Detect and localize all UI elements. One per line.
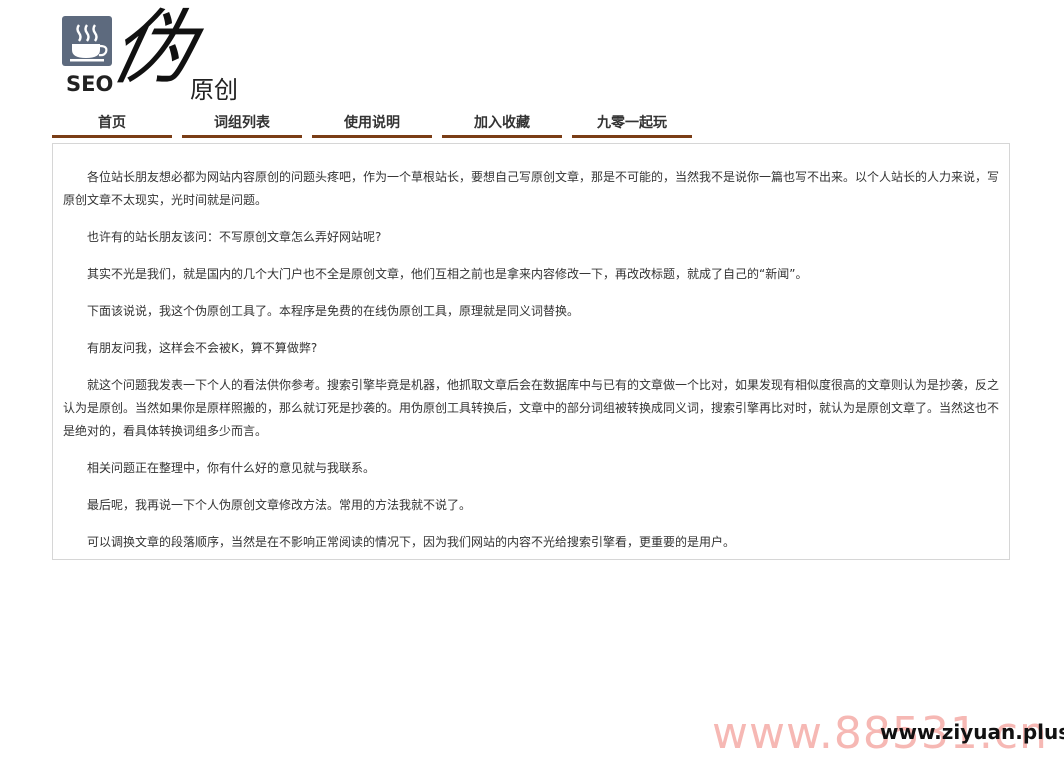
logo-wei-glyph: 伪	[102, 1, 205, 96]
content-paragraph: 其实不光是我们，就是国内的几个大门户也不全是原创文章，他们互相之前也是拿来内容修…	[87, 267, 808, 281]
coffee-cup-icon	[62, 16, 112, 66]
content-paragraph: 可以调换文章的段落顺序，当然是在不影响正常阅读的情况下，因为我们网站的内容不光给…	[87, 535, 736, 549]
nav-item-phrase-list[interactable]: 词组列表	[182, 112, 302, 138]
main-nav: 首页 词组列表 使用说明 加入收藏 九零一起玩	[52, 112, 692, 138]
content-paragraph: 各位站长朋友想必都为网站内容原创的问题头疼吧，作为一个草根站长，要想自己写原创文…	[63, 170, 1000, 207]
content-paragraph: 下面该说说，我这个伪原创工具了。本程序是免费的在线伪原创工具，原理就是同义词替换…	[87, 304, 580, 318]
nav-item-play-together[interactable]: 九零一起玩	[572, 112, 692, 138]
nav-item-home[interactable]: 首页	[52, 112, 172, 138]
site-logo[interactable]: SEO 伪 原创	[62, 1, 252, 104]
watermark-front-text: www.ziyuan.plus	[880, 720, 1064, 744]
logo-yuanchuang-text: 原创	[190, 76, 238, 104]
content-paragraph: 就这个问题我发表一下个人的看法供你参考。搜索引擎毕竟是机器，他抓取文章后会在数据…	[63, 378, 1000, 438]
content-paragraph: 也许有的站长朋友该问：不写原创文章怎么弄好网站呢?	[87, 230, 382, 244]
nav-item-add-favorite[interactable]: 加入收藏	[442, 112, 562, 138]
content-paragraph: 相关问题正在整理中，你有什么好的意见就与我联系。	[87, 461, 376, 475]
content-paragraph: 最后呢，我再说一下个人伪原创文章修改方法。常用的方法我就不说了。	[87, 498, 472, 512]
content-paragraph: 有朋友问我，这样会不会被K，算不算做弊?	[87, 341, 318, 355]
page: SEO 伪 原创 首页 词组列表 使用说明 加入收藏 九零一起玩 各位站长朋友想…	[0, 0, 1064, 768]
content-box: 各位站长朋友想必都为网站内容原创的问题头疼吧，作为一个草根站长，要想自己写原创文…	[52, 143, 1010, 560]
nav-item-instructions[interactable]: 使用说明	[312, 112, 432, 138]
